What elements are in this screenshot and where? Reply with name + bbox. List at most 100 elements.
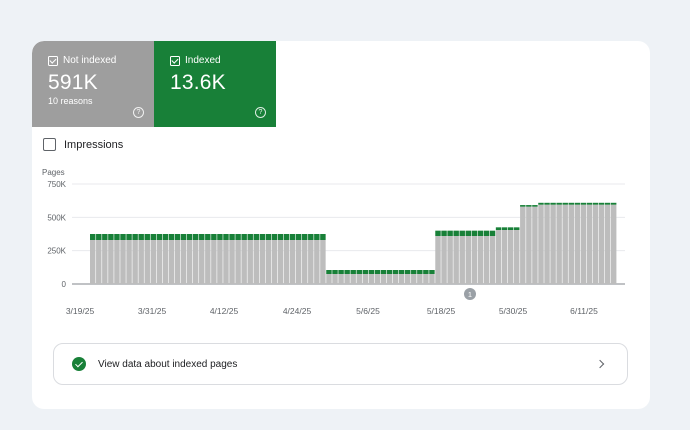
bar-indexed	[489, 230, 496, 236]
checkbox-unchecked-icon[interactable]	[43, 138, 56, 151]
bar-not-indexed	[205, 240, 211, 284]
bar-not-indexed	[544, 204, 550, 284]
bar-not-indexed	[289, 240, 296, 284]
bar-not-indexed	[514, 230, 520, 284]
bar-not-indexed	[90, 240, 96, 284]
bar-indexed	[344, 270, 350, 274]
bar-indexed	[138, 234, 144, 240]
bar-indexed	[465, 230, 472, 236]
page-indexing-card: Not indexed 591K 10 reasons ? Indexed 13…	[32, 41, 650, 409]
bar-not-indexed	[144, 240, 150, 284]
bar-indexed	[205, 234, 211, 240]
bar-not-indexed	[326, 274, 332, 284]
bar-indexed	[441, 230, 447, 236]
bar-indexed	[223, 234, 229, 240]
bar-indexed	[526, 205, 532, 207]
bar-not-indexed	[295, 240, 302, 284]
bar-indexed	[453, 230, 459, 236]
bar-not-indexed	[156, 240, 163, 284]
bar-indexed	[253, 234, 260, 240]
bar-not-indexed	[356, 274, 362, 284]
bar-not-indexed	[507, 230, 514, 284]
bar-not-indexed	[114, 240, 120, 284]
bar-not-indexed	[411, 274, 417, 284]
bar-not-indexed	[283, 240, 290, 284]
bar-not-indexed	[423, 274, 429, 284]
bar-not-indexed	[259, 240, 266, 284]
impressions-toggle[interactable]: Impressions	[43, 138, 123, 151]
x-tick-label: 5/18/25	[427, 306, 456, 316]
indexed-label: Indexed	[185, 55, 221, 66]
bar-indexed	[550, 202, 556, 205]
x-tick-label: 4/12/25	[210, 306, 239, 316]
help-icon[interactable]: ?	[255, 107, 266, 118]
bar-not-indexed	[332, 274, 338, 284]
bar-indexed	[544, 202, 550, 205]
bar-indexed	[320, 234, 326, 240]
bar-indexed	[235, 234, 241, 240]
bar-not-indexed	[271, 240, 278, 284]
bar-indexed	[556, 202, 562, 205]
bar-indexed	[162, 234, 169, 240]
not-indexed-reasons: 10 reasons	[48, 96, 93, 106]
bar-indexed	[90, 234, 96, 240]
bar-not-indexed	[223, 240, 229, 284]
bar-not-indexed	[168, 240, 175, 284]
bar-not-indexed	[598, 204, 605, 284]
bar-not-indexed	[392, 274, 399, 284]
bar-indexed	[295, 234, 302, 240]
help-icon[interactable]: ?	[133, 107, 144, 118]
y-axis-label: Pages	[42, 168, 65, 177]
bar-not-indexed	[314, 240, 320, 284]
bar-indexed	[435, 230, 441, 236]
bar-not-indexed	[471, 236, 478, 284]
bar-not-indexed	[277, 240, 284, 284]
bar-indexed	[102, 234, 108, 240]
not-indexed-tile[interactable]: Not indexed 591K 10 reasons ?	[32, 41, 154, 127]
bar-not-indexed	[368, 274, 375, 284]
bar-not-indexed	[138, 240, 144, 284]
bar-indexed	[501, 227, 508, 230]
x-tick-label: 6/11/25	[570, 306, 598, 316]
bar-indexed	[265, 234, 272, 240]
bar-indexed	[507, 227, 514, 230]
bar-indexed	[174, 234, 181, 240]
bar-indexed	[350, 270, 356, 274]
indexed-tile[interactable]: Indexed 13.6K ?	[154, 41, 276, 127]
bar-indexed	[289, 234, 296, 240]
bar-indexed	[229, 234, 235, 240]
impressions-label: Impressions	[64, 138, 124, 151]
bar-not-indexed	[186, 240, 193, 284]
view-indexed-pages-link[interactable]: View data about indexed pages	[53, 343, 628, 385]
bar-not-indexed	[520, 206, 526, 284]
bar-indexed	[514, 227, 520, 230]
bar-not-indexed	[465, 236, 472, 284]
bar-indexed	[277, 234, 284, 240]
bar-not-indexed	[580, 204, 587, 284]
bar-indexed	[429, 270, 435, 274]
bar-indexed	[604, 202, 611, 205]
bar-indexed	[574, 202, 581, 205]
bar-indexed	[374, 270, 381, 274]
bar-not-indexed	[398, 274, 405, 284]
bar-indexed	[192, 234, 199, 240]
bar-indexed	[126, 234, 132, 240]
bar-not-indexed	[253, 240, 260, 284]
check-circle-icon	[72, 357, 86, 371]
bar-not-indexed	[344, 274, 350, 284]
checkbox-checked-icon[interactable]	[48, 55, 58, 66]
bar-not-indexed	[538, 204, 544, 284]
bar-not-indexed	[592, 204, 599, 284]
x-tick-label: 4/24/25	[283, 306, 312, 316]
bar-indexed	[380, 270, 387, 274]
bar-indexed	[132, 234, 138, 240]
checkbox-checked-icon[interactable]	[170, 55, 180, 66]
bar-indexed	[610, 202, 617, 205]
bar-not-indexed	[532, 206, 538, 284]
bar-indexed	[283, 234, 290, 240]
bar-indexed	[398, 270, 405, 274]
bar-not-indexed	[350, 274, 356, 284]
bar-not-indexed	[302, 240, 308, 284]
bar-not-indexed	[404, 274, 411, 284]
not-indexed-value: 591K	[48, 71, 98, 94]
